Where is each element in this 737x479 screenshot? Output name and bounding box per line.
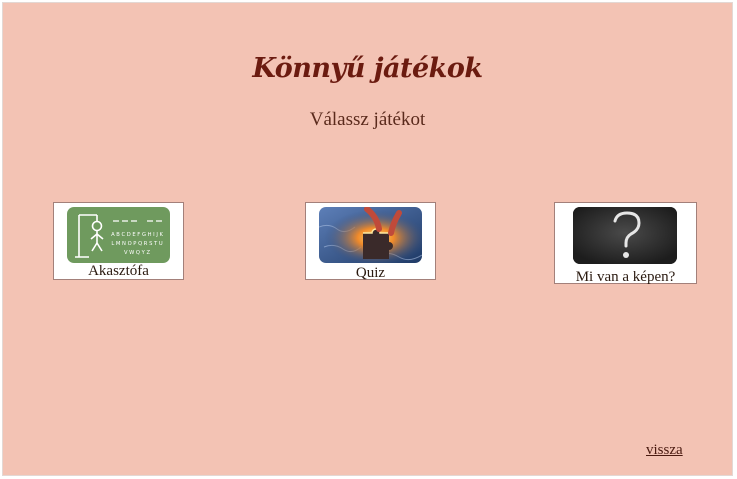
hangman-icon: A B C D E F G H I J K L M N O P Q R S T … [67,207,170,263]
hangman-letters-row3: V W Q Y Z [124,250,151,256]
game-label-quiz: Quiz [355,265,386,281]
back-link[interactable]: vissza [646,442,683,459]
page-title: Könnyű játékok [252,53,483,84]
game-label-hangman: Akasztófa [88,263,149,279]
game-card-hangman[interactable]: A B C D E F G H I J K L M N O P Q R S T … [53,202,184,280]
hangman-letters-row2: L M N O P Q R S T U [111,241,162,247]
puzzle-piece-icon [319,207,422,263]
question-mark-icon [573,207,677,264]
app-frame: Könnyű játékok Válassz játékot A B C D E… [2,2,733,476]
game-label-picture-quiz: Mi van a képen? [575,269,676,285]
hangman-letters-row1: A B C D E F G H I J K [111,232,163,238]
game-card-quiz[interactable]: Quiz [305,202,436,281]
page-subtitle: Válassz játékot [309,109,426,130]
game-card-picture-quiz[interactable]: Mi van a képen? [554,202,697,285]
